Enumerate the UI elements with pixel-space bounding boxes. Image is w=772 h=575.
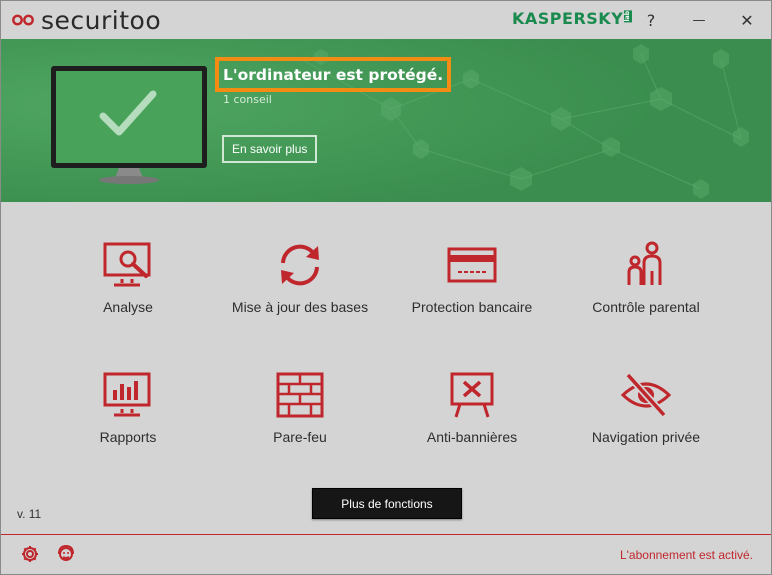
support-agent-icon: [58, 544, 74, 561]
infinity-logo-icon: [12, 14, 34, 26]
app-name: securitoo: [41, 5, 162, 35]
kaspersky-logo: KASPERSKY lab: [512, 9, 633, 31]
tile-update-bases[interactable]: Mise à jour des bases: [210, 241, 390, 317]
vendor-name: KASPERSKY: [512, 9, 624, 28]
gear-icon: [22, 546, 38, 562]
more-features-button[interactable]: Plus de fonctions: [312, 488, 462, 519]
support-button[interactable]: [56, 544, 76, 564]
tile-parental-control[interactable]: Contrôle parental: [556, 241, 736, 317]
protection-status-title: L'ordinateur est protégé.: [215, 57, 452, 92]
tile-firewall[interactable]: Pare-feu: [210, 371, 390, 447]
firewall-bricks-icon: [276, 372, 324, 418]
learn-more-button[interactable]: En savoir plus: [222, 135, 318, 163]
subscription-status-link[interactable]: L'abonnement est activé.: [620, 548, 753, 562]
tile-bank-protection[interactable]: Protection bancaire: [382, 241, 562, 317]
private-eye-icon: [620, 372, 672, 418]
status-banner: L'ordinateur est protégé. 1 conseil En s…: [1, 39, 771, 202]
securitoo-logo: securitoo: [11, 5, 162, 35]
vendor-badge: lab: [624, 10, 633, 23]
minimize-button[interactable]: —: [684, 5, 714, 35]
tile-label: Rapports: [99, 429, 157, 445]
title-bar: securitoo KASPERSKY lab ? — ✕: [1, 1, 771, 39]
settings-button[interactable]: [20, 544, 40, 564]
tile-label: Navigation privée: [591, 429, 701, 445]
footer-divider: [1, 534, 771, 535]
scan-monitor-icon: [103, 242, 151, 287]
protected-monitor-icon: [51, 66, 207, 184]
tile-label: Contrôle parental: [592, 299, 700, 315]
reports-chart-icon: [103, 372, 151, 417]
tile-label: Analyse: [103, 299, 153, 315]
parent-child-icon: [627, 241, 662, 285]
advice-count-link[interactable]: 1 conseil: [223, 93, 272, 106]
tile-label: Anti-bannières: [426, 429, 518, 445]
anti-banner-icon: [450, 372, 494, 418]
version-label: v. 11: [17, 507, 42, 521]
help-button[interactable]: ?: [636, 5, 666, 35]
tile-anti-banner[interactable]: Anti-bannières: [382, 371, 562, 447]
tile-reports[interactable]: Rapports: [38, 371, 218, 447]
tile-analyse[interactable]: Analyse: [38, 241, 218, 317]
tile-label: Mise à jour des bases: [231, 299, 369, 315]
close-button[interactable]: ✕: [732, 5, 762, 35]
update-arrows-icon: [281, 244, 319, 286]
tile-label: Pare-feu: [273, 429, 327, 445]
tile-label: Protection bancaire: [411, 299, 533, 315]
bank-card-icon: [447, 247, 497, 283]
tile-private-browsing[interactable]: Navigation privée: [556, 371, 736, 447]
